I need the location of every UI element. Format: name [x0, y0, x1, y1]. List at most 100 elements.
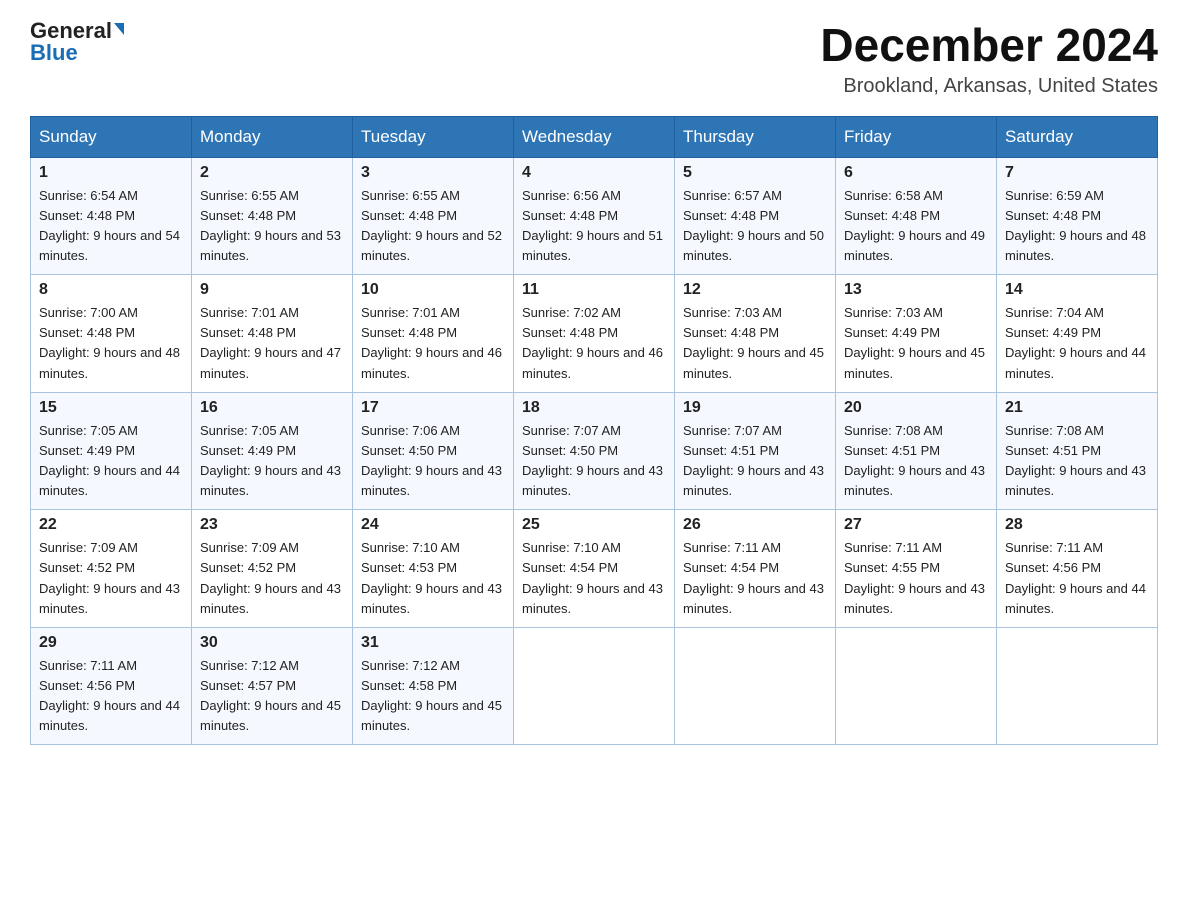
- title-block: December 2024 Brookland, Arkansas, Unite…: [820, 20, 1158, 98]
- day-info: Sunrise: 7:12 AMSunset: 4:57 PMDaylight:…: [200, 656, 344, 737]
- day-info: Sunrise: 6:58 AMSunset: 4:48 PMDaylight:…: [844, 186, 988, 267]
- day-info: Sunrise: 6:56 AMSunset: 4:48 PMDaylight:…: [522, 186, 666, 267]
- page-header: General Blue December 2024 Brookland, Ar…: [30, 20, 1158, 98]
- day-number: 17: [361, 399, 505, 417]
- day-info: Sunrise: 6:59 AMSunset: 4:48 PMDaylight:…: [1005, 186, 1149, 267]
- logo-blue-text: Blue: [30, 42, 78, 64]
- day-number: 20: [844, 399, 988, 417]
- day-number: 19: [683, 399, 827, 417]
- day-info: Sunrise: 7:10 AMSunset: 4:54 PMDaylight:…: [522, 538, 666, 619]
- day-info: Sunrise: 6:55 AMSunset: 4:48 PMDaylight:…: [200, 186, 344, 267]
- calendar-cell: [997, 627, 1158, 745]
- calendar-cell: 10 Sunrise: 7:01 AMSunset: 4:48 PMDayligh…: [353, 275, 514, 393]
- day-info: Sunrise: 7:08 AMSunset: 4:51 PMDaylight:…: [844, 421, 988, 502]
- calendar-cell: 26Sunrise: 7:11 AMSunset: 4:54 PMDayligh…: [675, 510, 836, 628]
- day-number: 16: [200, 399, 344, 417]
- day-number: 1: [39, 164, 183, 182]
- calendar-cell: 13Sunrise: 7:03 AMSunset: 4:49 PMDayligh…: [836, 275, 997, 393]
- day-number: 24: [361, 516, 505, 534]
- day-info: Sunrise: 7:04 AMSunset: 4:49 PMDaylight:…: [1005, 303, 1149, 384]
- logo-arrow-icon: [114, 23, 124, 35]
- calendar-cell: 6 Sunrise: 6:58 AMSunset: 4:48 PMDaylight…: [836, 157, 997, 275]
- day-number: 12: [683, 281, 827, 299]
- logo-general-text: General: [30, 20, 112, 42]
- calendar-cell: 3Sunrise: 6:55 AMSunset: 4:48 PMDaylight…: [353, 157, 514, 275]
- calendar-cell: 14 Sunrise: 7:04 AMSunset: 4:49 PMDayligh…: [997, 275, 1158, 393]
- day-info: Sunrise: 7:05 AMSunset: 4:49 PMDaylight:…: [39, 421, 183, 502]
- calendar-table: SundayMondayTuesdayWednesdayThursdayFrid…: [30, 116, 1158, 746]
- day-number: 4: [522, 164, 666, 182]
- day-number: 25: [522, 516, 666, 534]
- calendar-cell: 30 Sunrise: 7:12 AMSunset: 4:57 PMDayligh…: [192, 627, 353, 745]
- day-number: 22: [39, 516, 183, 534]
- weekday-header-friday: Friday: [836, 116, 997, 157]
- day-info: Sunrise: 7:00 AMSunset: 4:48 PMDaylight:…: [39, 303, 183, 384]
- calendar-week-row: 15Sunrise: 7:05 AMSunset: 4:49 PMDayligh…: [31, 392, 1158, 510]
- day-info: Sunrise: 7:05 AMSunset: 4:49 PMDaylight:…: [200, 421, 344, 502]
- day-number: 11: [522, 281, 666, 299]
- day-number: 2: [200, 164, 344, 182]
- calendar-week-row: 8Sunrise: 7:00 AMSunset: 4:48 PMDaylight…: [31, 275, 1158, 393]
- day-info: Sunrise: 6:55 AMSunset: 4:48 PMDaylight:…: [361, 186, 505, 267]
- month-title: December 2024: [820, 20, 1158, 71]
- calendar-cell: 9Sunrise: 7:01 AMSunset: 4:48 PMDaylight…: [192, 275, 353, 393]
- calendar-cell: 29 Sunrise: 7:11 AMSunset: 4:56 PMDayligh…: [31, 627, 192, 745]
- calendar-cell: [514, 627, 675, 745]
- day-number: 10: [361, 281, 505, 299]
- calendar-cell: 31 Sunrise: 7:12 AMSunset: 4:58 PMDayligh…: [353, 627, 514, 745]
- calendar-cell: 7 Sunrise: 6:59 AMSunset: 4:48 PMDaylight…: [997, 157, 1158, 275]
- day-number: 27: [844, 516, 988, 534]
- calendar-week-row: 22 Sunrise: 7:09 AMSunset: 4:52 PMDayligh…: [31, 510, 1158, 628]
- weekday-row: SundayMondayTuesdayWednesdayThursdayFrid…: [31, 116, 1158, 157]
- calendar-cell: 23 Sunrise: 7:09 AMSunset: 4:52 PMDayligh…: [192, 510, 353, 628]
- calendar-cell: 2 Sunrise: 6:55 AMSunset: 4:48 PMDaylight…: [192, 157, 353, 275]
- day-number: 7: [1005, 164, 1149, 182]
- day-info: Sunrise: 7:11 AMSunset: 4:56 PMDaylight:…: [39, 656, 183, 737]
- day-info: Sunrise: 7:01 AMSunset: 4:48 PMDaylight:…: [361, 303, 505, 384]
- day-number: 31: [361, 634, 505, 652]
- calendar-cell: 8Sunrise: 7:00 AMSunset: 4:48 PMDaylight…: [31, 275, 192, 393]
- calendar-cell: 11 Sunrise: 7:02 AMSunset: 4:48 PMDayligh…: [514, 275, 675, 393]
- calendar-cell: 17 Sunrise: 7:06 AMSunset: 4:50 PMDayligh…: [353, 392, 514, 510]
- logo: General Blue: [30, 20, 124, 64]
- day-info: Sunrise: 7:11 AMSunset: 4:54 PMDaylight:…: [683, 538, 827, 619]
- day-info: Sunrise: 7:11 AMSunset: 4:55 PMDaylight:…: [844, 538, 988, 619]
- day-number: 9: [200, 281, 344, 299]
- day-info: Sunrise: 7:08 AMSunset: 4:51 PMDaylight:…: [1005, 421, 1149, 502]
- day-number: 28: [1005, 516, 1149, 534]
- day-info: Sunrise: 7:07 AMSunset: 4:50 PMDaylight:…: [522, 421, 666, 502]
- calendar-cell: 22Sunrise: 7:09 AMSunset: 4:52 PMDayligh…: [31, 510, 192, 628]
- day-info: Sunrise: 7:07 AMSunset: 4:51 PMDaylight:…: [683, 421, 827, 502]
- weekday-header-wednesday: Wednesday: [514, 116, 675, 157]
- day-info: Sunrise: 7:02 AMSunset: 4:48 PMDaylight:…: [522, 303, 666, 384]
- calendar-cell: [836, 627, 997, 745]
- day-number: 6: [844, 164, 988, 182]
- day-number: 18: [522, 399, 666, 417]
- calendar-header: SundayMondayTuesdayWednesdayThursdayFrid…: [31, 116, 1158, 157]
- day-info: Sunrise: 7:11 AMSunset: 4:56 PMDaylight:…: [1005, 538, 1149, 619]
- day-number: 13: [844, 281, 988, 299]
- calendar-cell: 18 Sunrise: 7:07 AMSunset: 4:50 PMDayligh…: [514, 392, 675, 510]
- calendar-cell: 25 Sunrise: 7:10 AMSunset: 4:54 PMDayligh…: [514, 510, 675, 628]
- calendar-cell: 21Sunrise: 7:08 AMSunset: 4:51 PMDayligh…: [997, 392, 1158, 510]
- day-number: 23: [200, 516, 344, 534]
- day-info: Sunrise: 6:57 AMSunset: 4:48 PMDaylight:…: [683, 186, 827, 267]
- day-info: Sunrise: 7:03 AMSunset: 4:48 PMDaylight:…: [683, 303, 827, 384]
- day-number: 30: [200, 634, 344, 652]
- calendar-cell: 1Sunrise: 6:54 AMSunset: 4:48 PMDaylight…: [31, 157, 192, 275]
- calendar-cell: [675, 627, 836, 745]
- day-number: 29: [39, 634, 183, 652]
- weekday-header-sunday: Sunday: [31, 116, 192, 157]
- calendar-cell: 24Sunrise: 7:10 AMSunset: 4:53 PMDayligh…: [353, 510, 514, 628]
- day-info: Sunrise: 7:12 AMSunset: 4:58 PMDaylight:…: [361, 656, 505, 737]
- day-info: Sunrise: 7:09 AMSunset: 4:52 PMDaylight:…: [200, 538, 344, 619]
- location-text: Brookland, Arkansas, United States: [820, 75, 1158, 98]
- calendar-body: 1Sunrise: 6:54 AMSunset: 4:48 PMDaylight…: [31, 157, 1158, 745]
- calendar-cell: 12 Sunrise: 7:03 AMSunset: 4:48 PMDayligh…: [675, 275, 836, 393]
- day-info: Sunrise: 7:06 AMSunset: 4:50 PMDaylight:…: [361, 421, 505, 502]
- calendar-cell: 16 Sunrise: 7:05 AMSunset: 4:49 PMDayligh…: [192, 392, 353, 510]
- day-number: 14: [1005, 281, 1149, 299]
- calendar-week-row: 29 Sunrise: 7:11 AMSunset: 4:56 PMDayligh…: [31, 627, 1158, 745]
- calendar-week-row: 1Sunrise: 6:54 AMSunset: 4:48 PMDaylight…: [31, 157, 1158, 275]
- calendar-cell: 28 Sunrise: 7:11 AMSunset: 4:56 PMDayligh…: [997, 510, 1158, 628]
